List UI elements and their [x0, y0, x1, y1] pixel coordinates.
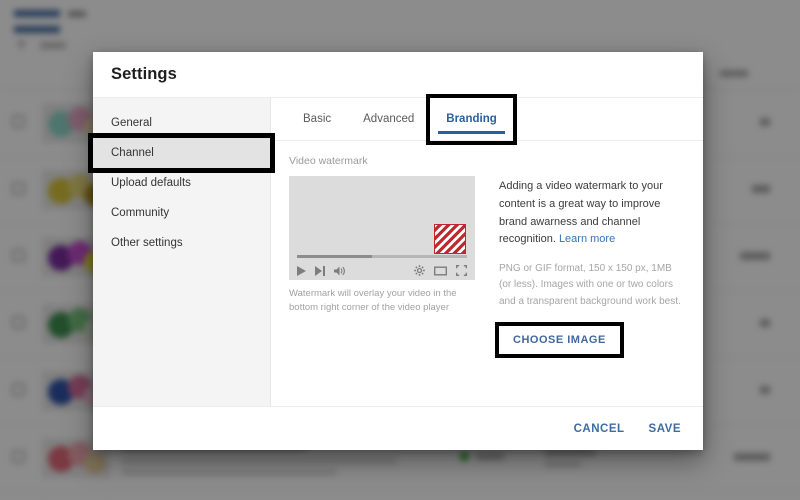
fullscreen-icon[interactable]	[455, 263, 468, 281]
sidebar-item-upload-defaults[interactable]: Upload defaults	[93, 168, 270, 198]
watermark-description: Adding a video watermark to your content…	[499, 178, 685, 249]
branding-description-column: Adding a video watermark to your content…	[495, 176, 685, 358]
screen: Settings General Channel Upload defaults Co…	[0, 0, 800, 500]
player-controls-right	[414, 263, 468, 281]
video-player-preview	[289, 176, 475, 280]
sidebar-item-general[interactable]: General	[93, 108, 270, 138]
settings-gear-icon[interactable]	[414, 263, 425, 281]
tab-label: Branding	[446, 113, 497, 125]
player-control-bar	[289, 254, 475, 280]
settings-dialog: Settings General Channel Upload defaults Co…	[88, 52, 703, 450]
sidebar-item-label: Channel	[111, 147, 154, 159]
watermark-format-requirements: PNG or GIF format, 150 x 150 px, 1MB (or…	[499, 263, 681, 307]
video-watermark-label: Video watermark	[289, 155, 368, 167]
tab-label: Advanced	[363, 113, 415, 125]
sidebar-item-channel[interactable]: Channel	[88, 133, 275, 173]
settings-content: Basic Advanced Branding Video watermark	[271, 93, 703, 406]
sidebar-item-community[interactable]: Community	[93, 198, 270, 228]
tab-advanced[interactable]: Advanced	[347, 98, 430, 141]
player-progress-fill	[297, 255, 372, 258]
theater-mode-icon[interactable]	[433, 263, 448, 281]
watermark-placeholder-swatch	[434, 224, 466, 254]
dialog-title: Settings	[111, 65, 177, 83]
player-controls-left	[297, 263, 346, 281]
branding-panel: Video watermark Watermark will overlay y…	[271, 141, 703, 406]
choose-image-button[interactable]: CHOOSE IMAGE	[495, 321, 624, 358]
tab-label: Basic	[303, 113, 332, 125]
tab-basic[interactable]: Basic	[287, 98, 347, 141]
sidebar-item-label: General	[111, 117, 152, 129]
player-preview-column: Watermark will overlay your video in the…	[289, 176, 475, 354]
sidebar-item-label: Community	[111, 207, 170, 219]
dialog-footer: CANCEL SAVE	[93, 406, 703, 450]
settings-sidebar: General Channel Upload defaults Community Ot…	[88, 97, 275, 406]
player-progress-bar[interactable]	[297, 255, 467, 258]
branding-columns: Watermark will overlay your video in the…	[289, 176, 685, 358]
watermark-overlay-caption: Watermark will overlay your video in the…	[289, 288, 457, 313]
choose-image-wrapper: CHOOSE IMAGE	[495, 321, 624, 358]
save-button[interactable]: SAVE	[649, 423, 681, 435]
play-icon[interactable]	[297, 263, 306, 281]
sidebar-item-other-settings[interactable]: Other settings	[93, 228, 270, 258]
settings-tabs: Basic Advanced Branding	[271, 93, 703, 145]
cancel-button[interactable]: CANCEL	[574, 423, 625, 435]
sidebar-item-label: Upload defaults	[111, 177, 191, 189]
learn-more-link[interactable]: Learn more	[559, 233, 615, 245]
tab-branding[interactable]: Branding	[426, 93, 517, 145]
sidebar-item-label: Other settings	[111, 237, 183, 249]
dialog-body: General Channel Upload defaults Community Ot…	[88, 93, 703, 406]
volume-icon[interactable]	[334, 263, 346, 281]
next-track-icon[interactable]	[315, 263, 325, 281]
